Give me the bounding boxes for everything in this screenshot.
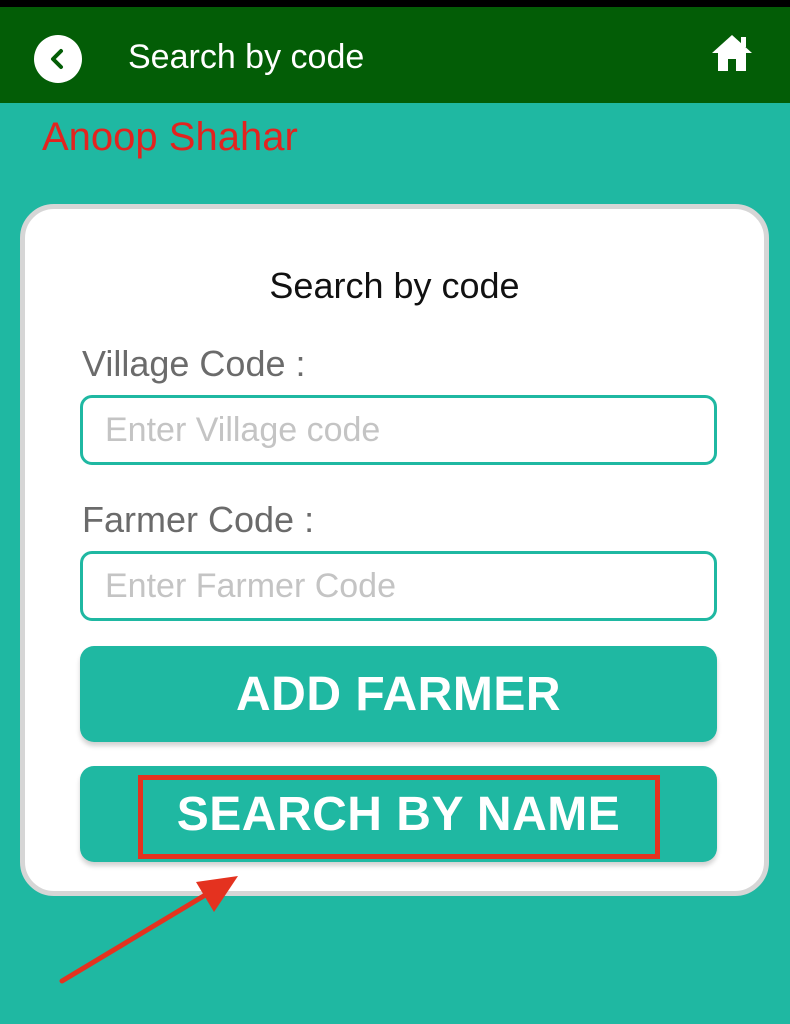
farmer-code-input[interactable] bbox=[80, 551, 717, 621]
page-title: Search by code bbox=[128, 38, 365, 76]
highlight-box bbox=[138, 775, 660, 859]
app-header: Search by code bbox=[0, 7, 790, 103]
farmer-code-label: Farmer Code : bbox=[82, 499, 315, 540]
chevron-left-icon bbox=[51, 49, 63, 69]
app-screen: Search by code Anoop Shahar Search by co… bbox=[0, 0, 790, 1024]
location-name: Anoop Shahar bbox=[42, 115, 298, 159]
add-farmer-button[interactable]: ADD FARMER bbox=[80, 646, 717, 742]
status-bar-strip bbox=[0, 0, 790, 7]
card-title: Search by code bbox=[269, 265, 520, 306]
village-code-label: Village Code : bbox=[82, 343, 306, 384]
search-card: Search by code Village Code : Farmer Cod… bbox=[20, 204, 769, 896]
village-code-input[interactable] bbox=[80, 395, 717, 465]
home-button[interactable] bbox=[710, 33, 754, 73]
home-icon bbox=[712, 35, 752, 71]
back-button[interactable] bbox=[34, 35, 82, 83]
